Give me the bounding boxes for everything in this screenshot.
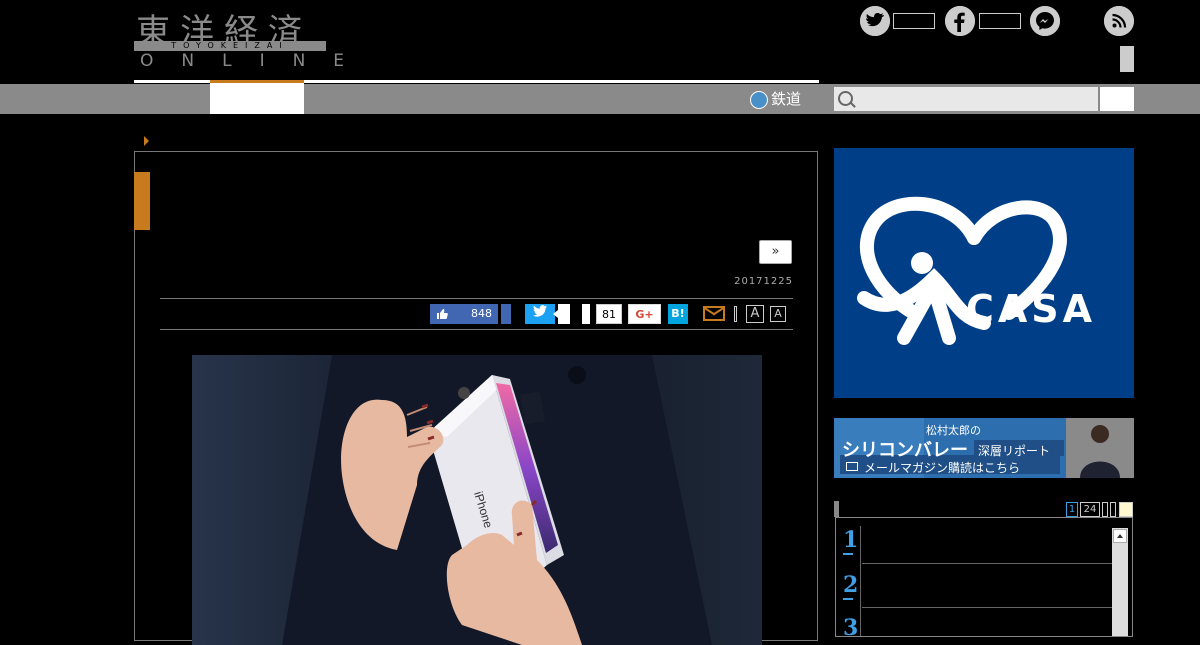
ranking-scrollbar[interactable] (1112, 528, 1128, 636)
ranking-list (835, 517, 1133, 637)
tweet-count (553, 304, 570, 324)
mail-icon (846, 462, 858, 471)
hatena-bookmark-button[interactable]: B! (668, 304, 688, 324)
breadcrumb-arrow-icon (144, 136, 149, 146)
article-date: 20171225 (734, 276, 793, 287)
rss-icon[interactable] (1104, 6, 1134, 36)
nav-item-railway-label: 鉄道 (771, 90, 802, 108)
nav-item-railway[interactable]: 鉄道 (750, 88, 801, 109)
scroll-up-arrow-icon[interactable] (1113, 529, 1127, 543)
pocket-count: 81 (596, 304, 622, 324)
casa-ad-text: CASA (966, 287, 1096, 331)
logo-online: ONLINE (140, 51, 373, 71)
facebook-like-count (979, 13, 1021, 29)
twitter-follow-count (893, 13, 935, 29)
banner-line4: メールマガジン購読はこちら (864, 461, 1021, 475)
facebook-like-button[interactable]: 848 (430, 304, 498, 324)
facebook-like-count: 848 (471, 307, 492, 320)
rank-underline-2 (843, 598, 853, 600)
search-icon (838, 91, 853, 106)
ranking-row-divider (862, 607, 1112, 608)
messenger-icon[interactable] (1030, 6, 1060, 36)
ranking-heading-marker (834, 501, 839, 517)
ranking-tab-1h[interactable]: 1 (1066, 502, 1078, 517)
mail-icon[interactable] (703, 306, 725, 321)
google-plus-button[interactable]: G+ (628, 304, 661, 324)
search-button[interactable] (1100, 87, 1134, 111)
ranking-row-divider (862, 563, 1112, 564)
facebook-share-button[interactable] (501, 304, 511, 324)
ranking-tab-month[interactable] (1110, 502, 1116, 517)
header-side-block[interactable] (1120, 46, 1134, 72)
next-page-button[interactable]: » (759, 240, 792, 264)
logo-subtitle: TOYOKEIZAI (134, 41, 326, 51)
ranking-tab-week[interactable] (1102, 502, 1108, 517)
search-input[interactable] (834, 87, 1098, 111)
share-divider-bottom (160, 329, 793, 330)
rank-number-1: 1 (843, 527, 859, 553)
twitter-icon[interactable] (860, 6, 890, 36)
casa-ad[interactable]: ® CASA (834, 148, 1134, 398)
article-photo: iPhone (192, 355, 762, 645)
pocket-button[interactable] (582, 304, 590, 324)
facebook-icon[interactable] (945, 6, 975, 36)
svg-text:®: ® (938, 292, 947, 302)
print-button[interactable] (734, 306, 737, 322)
ranking-tab-24h[interactable]: 24 (1080, 502, 1100, 517)
banner-line3: 深層リポート (978, 444, 1051, 458)
thumbs-up-icon (436, 304, 448, 324)
nav-tab-active[interactable] (210, 80, 304, 114)
rank-number-3: 3 (843, 615, 859, 641)
rank-underline-1 (843, 553, 853, 555)
share-divider-top (160, 298, 793, 299)
twitter-bird-icon (533, 305, 547, 317)
title-accent-bar (134, 172, 150, 230)
train-icon (750, 90, 768, 109)
tweet-button[interactable] (525, 304, 555, 324)
ranking-column-divider (860, 526, 861, 636)
font-small-button[interactable]: A (770, 306, 786, 322)
rank-number-2: 2 (843, 572, 859, 598)
silicon-valley-banner[interactable]: 松村太郎の シリコンバレー 深層リポート メールマガジン購読はこちら (834, 418, 1134, 478)
font-large-button[interactable]: A (746, 305, 764, 323)
ranking-tab-list[interactable] (1119, 502, 1133, 517)
